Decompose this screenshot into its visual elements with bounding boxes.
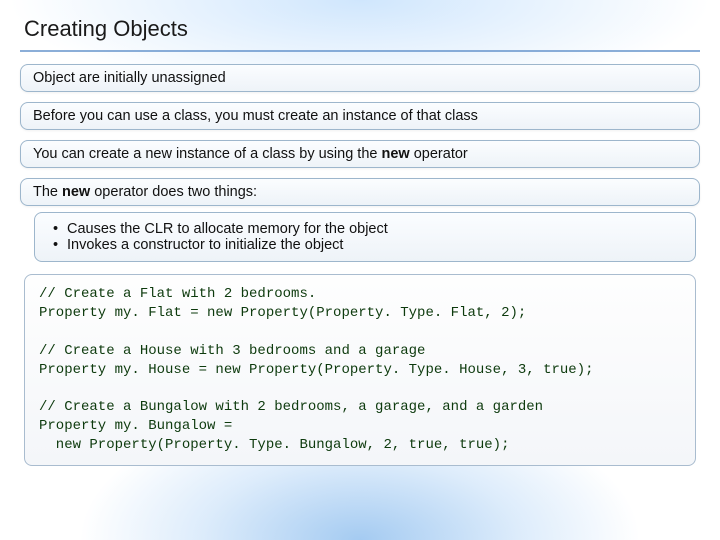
- bold-new: new: [382, 146, 410, 162]
- code-sample: // Create a Flat with 2 bedrooms. Proper…: [24, 274, 696, 466]
- slide: Creating Objects Object are initially un…: [0, 0, 720, 540]
- point-box-2: Before you can use a class, you must cre…: [20, 102, 700, 130]
- text: You can create a new instance of a class…: [33, 146, 382, 162]
- bullet-text: Causes the CLR to allocate memory for th…: [67, 221, 388, 237]
- text: operator does two things:: [90, 184, 257, 200]
- bullet-icon: •: [53, 221, 67, 237]
- bullet-icon: •: [53, 237, 67, 253]
- text: operator: [410, 146, 468, 162]
- slide-title: Creating Objects: [20, 14, 700, 52]
- point-box-1: Object are initially unassigned: [20, 64, 700, 92]
- list-item: • Causes the CLR to allocate memory for …: [53, 221, 681, 237]
- list-item: • Invokes a constructor to initialize th…: [53, 237, 681, 253]
- bullet-text: Invokes a constructor to initialize the …: [67, 237, 343, 253]
- bold-new: new: [62, 184, 90, 200]
- bullet-list: • Causes the CLR to allocate memory for …: [34, 212, 696, 262]
- point-box-two-things: The new operator does two things:: [20, 178, 700, 206]
- point-box-new-operator: You can create a new instance of a class…: [20, 140, 700, 168]
- text: The: [33, 184, 62, 200]
